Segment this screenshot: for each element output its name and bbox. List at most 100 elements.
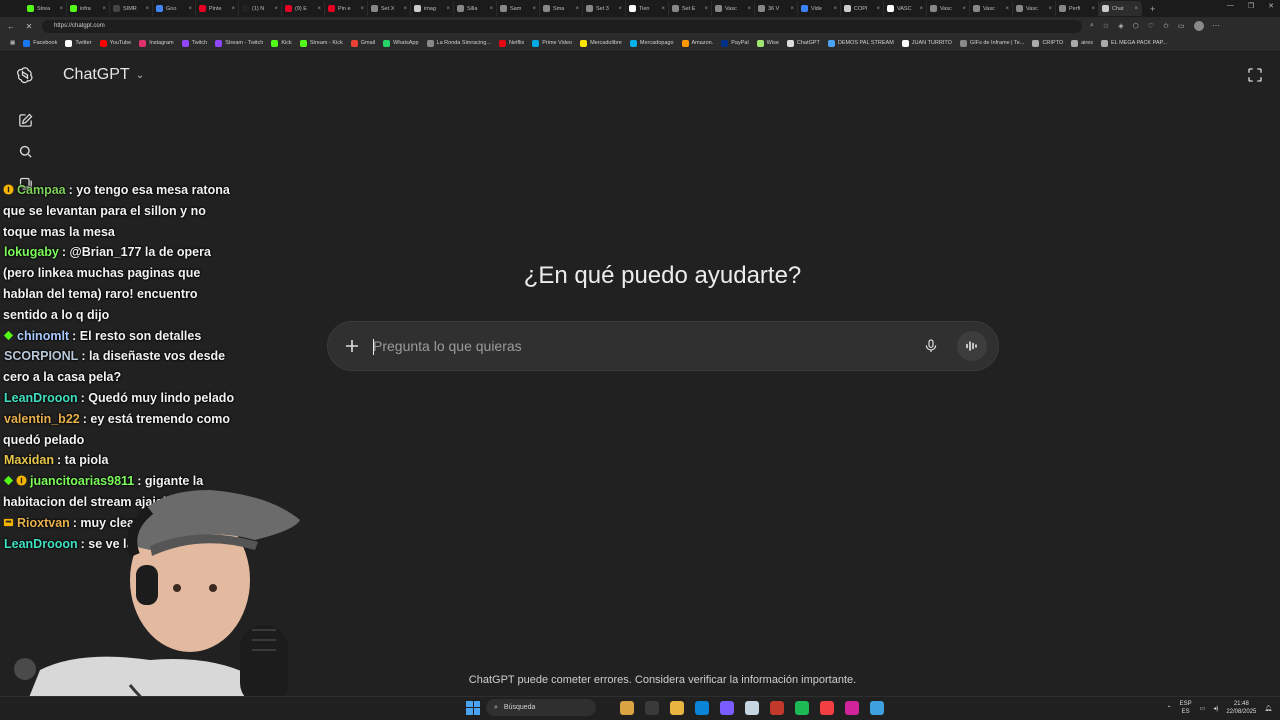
browser-tab[interactable]: Sam × — [497, 1, 540, 16]
browser-tab[interactable]: Vide × — [798, 1, 841, 16]
browser-tab[interactable]: Perfi × — [1056, 1, 1099, 16]
new-tab-button[interactable]: + — [1142, 4, 1163, 14]
browser-tab[interactable]: Chat × — [1099, 1, 1142, 16]
bookmark-item[interactable]: Twitter — [61, 39, 95, 47]
tab-close-icon[interactable]: × — [1134, 6, 1138, 12]
maximize-button[interactable]: ❐ — [1248, 2, 1254, 10]
extensions-puzzle-icon[interactable]: ⬡ — [1133, 22, 1139, 30]
voice-mode-button[interactable] — [957, 331, 987, 361]
bookmark-item[interactable]: PayPal — [717, 39, 752, 47]
notifications-icon[interactable]: 🔔︎ — [1264, 705, 1272, 712]
bookmark-item[interactable]: WhatsApp — [379, 39, 422, 47]
taskbar-app-icon[interactable] — [820, 700, 834, 715]
browser-tab[interactable]: (1) N × — [239, 1, 282, 16]
browser-tab[interactable]: Set 3 × — [583, 1, 626, 16]
taskbar-search[interactable]: ⌕ Búsqueda — [486, 699, 596, 716]
bookmark-item[interactable]: Stream - Kick — [296, 39, 347, 47]
heart-icon[interactable]: ♡ — [1148, 22, 1154, 30]
tab-close-icon[interactable]: × — [1091, 6, 1095, 12]
browser-tab[interactable]: Sma × — [540, 1, 583, 16]
network-icon[interactable]: ▭ — [1200, 705, 1206, 712]
tab-close-icon[interactable]: × — [876, 6, 880, 12]
bookmark-item[interactable]: Instagram — [135, 39, 177, 47]
bookmark-item[interactable]: Wise — [753, 39, 783, 47]
bookmark-item[interactable]: Mercadopago — [626, 39, 678, 47]
taskbar-app-icon[interactable] — [745, 700, 759, 715]
tab-close-icon[interactable]: × — [790, 6, 794, 12]
tab-close-icon[interactable]: × — [747, 6, 751, 12]
clock[interactable]: 21:48 22/08/2025 — [1226, 700, 1256, 716]
bookmark-item[interactable]: aires — [1067, 39, 1097, 47]
bookmark-item[interactable]: DEMOS PAL STREAM — [824, 39, 898, 47]
tab-close-icon[interactable]: × — [661, 6, 665, 12]
browser-tab[interactable]: COPI × — [841, 1, 884, 16]
tab-close-icon[interactable]: × — [360, 6, 364, 12]
browser-tab[interactable]: Pinte × — [196, 1, 239, 16]
minimize-button[interactable]: — — [1227, 2, 1234, 10]
browser-tab[interactable]: Set E × — [669, 1, 712, 16]
bookmark-item[interactable]: YouTube — [96, 39, 136, 47]
browser-tab[interactable]: Vasc × — [927, 1, 970, 16]
volume-icon[interactable]: ◂) — [1213, 705, 1218, 712]
bookmark-item[interactable]: Facebook — [19, 39, 61, 47]
browser-tab[interactable]: Strea × — [24, 1, 67, 16]
url-field[interactable]: https://chatgpt.com — [42, 19, 1082, 33]
tray-chevron-icon[interactable]: ⌃ — [1167, 705, 1172, 712]
profile-icon[interactable] — [1193, 21, 1204, 31]
browser-tab[interactable]: Vasc × — [712, 1, 755, 16]
browser-tab[interactable]: Goo × — [153, 1, 196, 16]
taskbar-app-icon[interactable] — [695, 700, 709, 715]
extension-icon[interactable]: ◈ — [1118, 22, 1123, 30]
windows-start-icon[interactable] — [466, 700, 480, 715]
tab-close-icon[interactable]: × — [274, 6, 278, 12]
bookmark-item[interactable]: GIFs de Inframe | Te... — [956, 39, 1029, 47]
bookmark-item[interactable]: ChatGPT — [783, 39, 824, 47]
browser-tab[interactable]: Set X × — [368, 1, 411, 16]
bookmark-item[interactable]: EL MEGA PACK PAP... — [1097, 39, 1171, 47]
openai-logo-icon[interactable] — [15, 65, 35, 85]
tab-close-icon[interactable]: × — [489, 6, 493, 12]
taskbar-app-icon[interactable] — [670, 700, 684, 715]
microphone-icon[interactable] — [921, 336, 941, 356]
browser-tab[interactable]: infra × — [67, 1, 110, 16]
apps-grid-icon[interactable]: ▦ — [6, 40, 19, 46]
browser-tab[interactable]: (9) E × — [282, 1, 325, 16]
close-window-button[interactable]: ✕ — [1268, 2, 1274, 10]
browser-tab[interactable]: VASC × — [884, 1, 927, 16]
prompt-input[interactable] — [373, 338, 921, 354]
taskbar-app-icon[interactable] — [720, 700, 734, 715]
tab-close-icon[interactable]: × — [575, 6, 579, 12]
taskbar-app-icon[interactable] — [845, 700, 859, 715]
wallet-icon[interactable]: ▭ — [1178, 22, 1185, 30]
tab-close-icon[interactable]: × — [145, 6, 149, 12]
tab-close-icon[interactable]: × — [532, 6, 536, 12]
search-icon[interactable] — [15, 141, 35, 161]
tab-close-icon[interactable]: × — [1005, 6, 1009, 12]
tab-close-icon[interactable]: × — [59, 6, 63, 12]
taskbar-app-icon[interactable] — [770, 700, 784, 715]
zoom-icon[interactable]: ⌕ — [1090, 22, 1094, 30]
tab-close-icon[interactable]: × — [962, 6, 966, 12]
bookmark-item[interactable]: Amazon. — [678, 39, 718, 47]
tab-close-icon[interactable]: × — [188, 6, 192, 12]
favorites-icon[interactable]: ✩ — [1163, 22, 1169, 30]
bookmark-item[interactable]: Twitch — [178, 39, 212, 47]
bookmark-item[interactable]: Netflix — [495, 39, 528, 47]
temporary-chat-icon[interactable] — [1246, 66, 1264, 84]
bookmark-item[interactable]: Gmail — [347, 39, 379, 47]
back-icon[interactable]: ← — [6, 22, 16, 31]
browser-tab[interactable]: Vasc × — [1013, 1, 1056, 16]
new-chat-icon[interactable] — [15, 110, 35, 130]
tab-close-icon[interactable]: × — [317, 6, 321, 12]
bookmark-item[interactable]: Prime Video — [528, 39, 576, 47]
browser-tab[interactable]: Silla × — [454, 1, 497, 16]
browser-tab[interactable]: Vasc × — [970, 1, 1013, 16]
tab-close-icon[interactable]: × — [403, 6, 407, 12]
taskbar-app-icon[interactable] — [645, 700, 659, 715]
browser-tab[interactable]: SIMR × — [110, 1, 153, 16]
tab-close-icon[interactable]: × — [446, 6, 450, 12]
bookmark-star-icon[interactable]: ☆ — [1103, 22, 1109, 30]
tab-close-icon[interactable]: × — [231, 6, 235, 12]
tab-close-icon[interactable]: × — [618, 6, 622, 12]
bookmark-item[interactable]: JUAN TURRITO — [898, 39, 956, 47]
